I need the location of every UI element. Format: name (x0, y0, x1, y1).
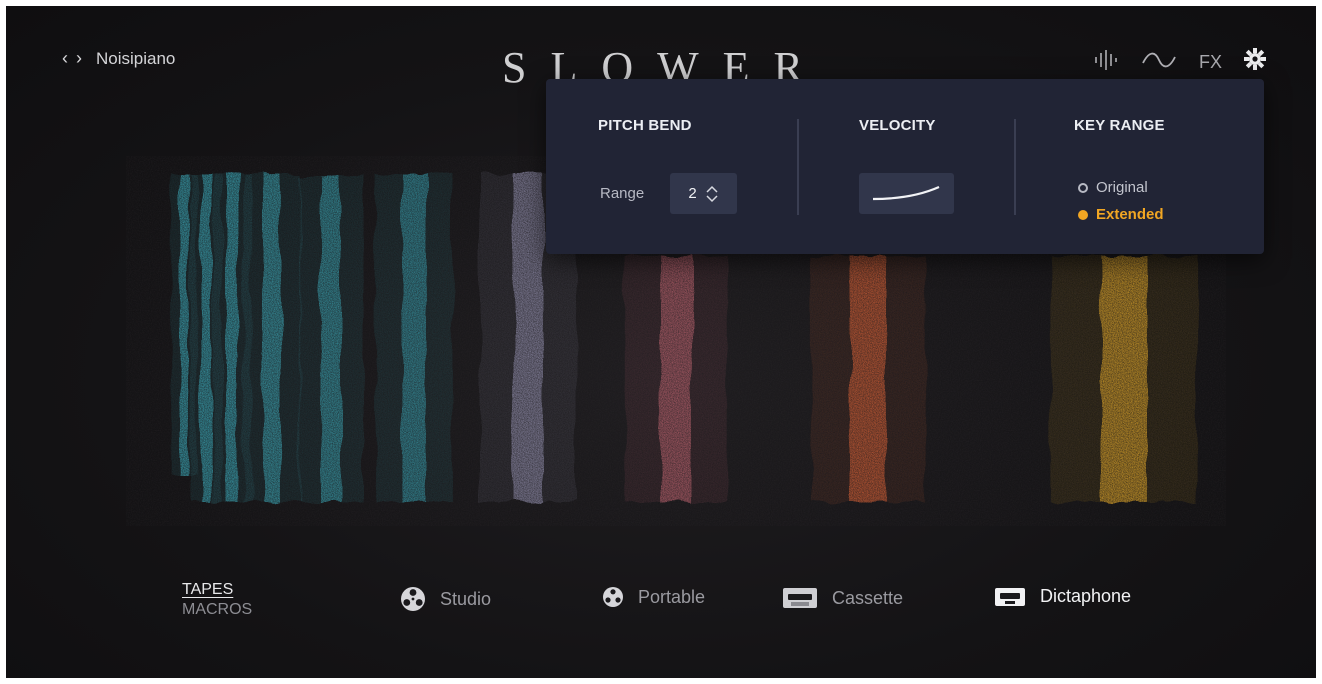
cassette-icon (783, 588, 817, 608)
texture-stripe (321, 176, 341, 502)
key-range-option-label: Original (1096, 179, 1148, 196)
dictaphone-icon (995, 587, 1025, 606)
radio-unselected-icon (1078, 182, 1088, 193)
velocity-title: VELOCITY (859, 117, 936, 134)
lfo-wave-icon[interactable] (1141, 49, 1177, 76)
pitch-bend-title: PITCH BEND (598, 117, 692, 134)
tape-option-label: Studio (440, 588, 492, 609)
top-toolbar: FX (1093, 48, 1266, 76)
next-preset-button[interactable]: › (76, 48, 82, 69)
texture-stripe (201, 174, 211, 502)
texture-stripe (660, 256, 692, 502)
slower-plugin-window: ‹ › Noisipiano SLOWER FX PITCH BEND Rang… (6, 6, 1316, 678)
pitch-bend-range-value: 2 (688, 185, 697, 202)
tape-option-label: Cassette (832, 587, 904, 608)
texture-stripe (226, 174, 238, 502)
reel-to-reel-icon (401, 587, 425, 611)
settings-panel: PITCH BEND Range 2 VELOCITY KEY RANGE Or… (546, 79, 1264, 254)
tape-option-portable[interactable]: Portable (602, 586, 705, 608)
key-range-title: KEY RANGE (1074, 117, 1165, 134)
small-reel-icon (603, 587, 623, 607)
key-range-option-extended[interactable]: Extended (1078, 206, 1164, 223)
texture-stripe (850, 256, 886, 502)
tape-option-dictaphone[interactable]: Dictaphone (994, 586, 1131, 607)
view-tabs: TAPES MACROS (182, 580, 252, 620)
pitch-bend-range-label: Range (600, 185, 645, 202)
tab-macros[interactable]: MACROS (182, 600, 252, 620)
tape-selector-bar: TAPES MACROS Studio Portable Cassette Di… (6, 574, 1316, 634)
stepper-arrows-icon[interactable] (705, 185, 719, 203)
texture-stripe (263, 174, 281, 502)
velocity-curve-icon (872, 185, 940, 201)
preset-navigation: ‹ › Noisipiano (62, 48, 175, 69)
velocity-curve-button[interactable] (859, 173, 954, 214)
tape-option-studio[interactable]: Studio (400, 586, 491, 612)
texture-stripe (513, 174, 543, 502)
section-divider (1014, 119, 1016, 215)
radio-selected-icon (1078, 209, 1088, 220)
fx-button[interactable]: FX (1199, 52, 1222, 73)
key-range-option-original[interactable]: Original (1078, 179, 1148, 196)
settings-gear-icon[interactable] (1244, 48, 1266, 76)
tape-option-cassette[interactable]: Cassette (782, 586, 903, 610)
tape-option-label: Dictaphone (1040, 586, 1132, 606)
tab-tapes[interactable]: TAPES (182, 580, 252, 600)
texture-stripe (402, 174, 426, 502)
tape-option-label: Portable (638, 586, 706, 607)
section-divider (797, 119, 799, 215)
previous-preset-button[interactable]: ‹ (62, 48, 68, 69)
key-range-option-label: Extended (1096, 206, 1164, 223)
texture-stripe (1101, 256, 1147, 502)
preset-name[interactable]: Noisipiano (96, 49, 175, 69)
texture-stripe (180, 174, 188, 476)
pitch-bend-range-stepper[interactable]: 2 (670, 173, 737, 214)
waveform-icon[interactable] (1093, 49, 1119, 76)
